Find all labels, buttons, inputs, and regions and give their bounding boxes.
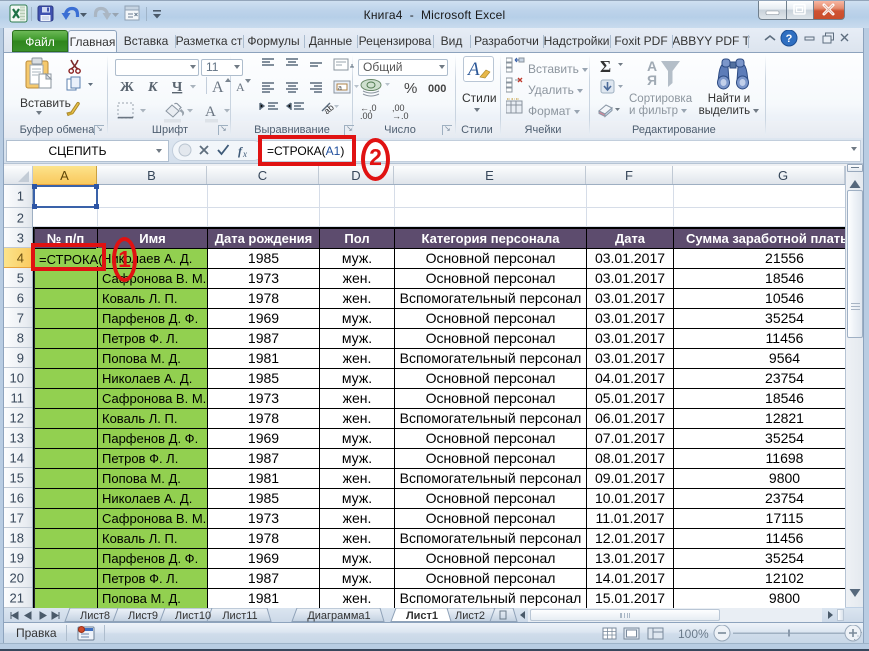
svg-text:a: a bbox=[338, 85, 342, 92]
svg-text:Лист10: Лист10 bbox=[175, 610, 211, 622]
svg-text:Лист9: Лист9 bbox=[128, 610, 158, 622]
svg-text:Ж: Ж bbox=[120, 80, 134, 95]
svg-text:А: А bbox=[212, 79, 224, 96]
svg-text:?: ? bbox=[786, 33, 793, 45]
svg-text:А: А bbox=[236, 80, 245, 94]
svg-text:000: 000 bbox=[428, 83, 446, 95]
svg-text:ab: ab bbox=[322, 102, 336, 116]
svg-text:Σ: Σ bbox=[600, 57, 611, 76]
svg-text:Лист11: Лист11 bbox=[222, 610, 257, 622]
svg-text:Лист8: Лист8 bbox=[80, 610, 110, 622]
svg-text:А: А bbox=[205, 104, 216, 120]
svg-text:x: x bbox=[242, 149, 247, 159]
svg-text:Лист1: Лист1 bbox=[406, 610, 438, 622]
svg-text:Ч: Ч bbox=[172, 80, 183, 95]
svg-text:%: % bbox=[404, 80, 417, 97]
svg-text:К: К bbox=[147, 80, 159, 95]
svg-text:A: A bbox=[466, 59, 480, 80]
svg-text:→,0: →,0 bbox=[392, 111, 409, 119]
svg-text:,00: ,00 bbox=[360, 111, 373, 119]
svg-text:Я: Я bbox=[647, 72, 657, 88]
svg-text:Диаграмма1: Диаграмма1 bbox=[307, 610, 370, 622]
svg-text:Лист2: Лист2 bbox=[455, 610, 485, 622]
